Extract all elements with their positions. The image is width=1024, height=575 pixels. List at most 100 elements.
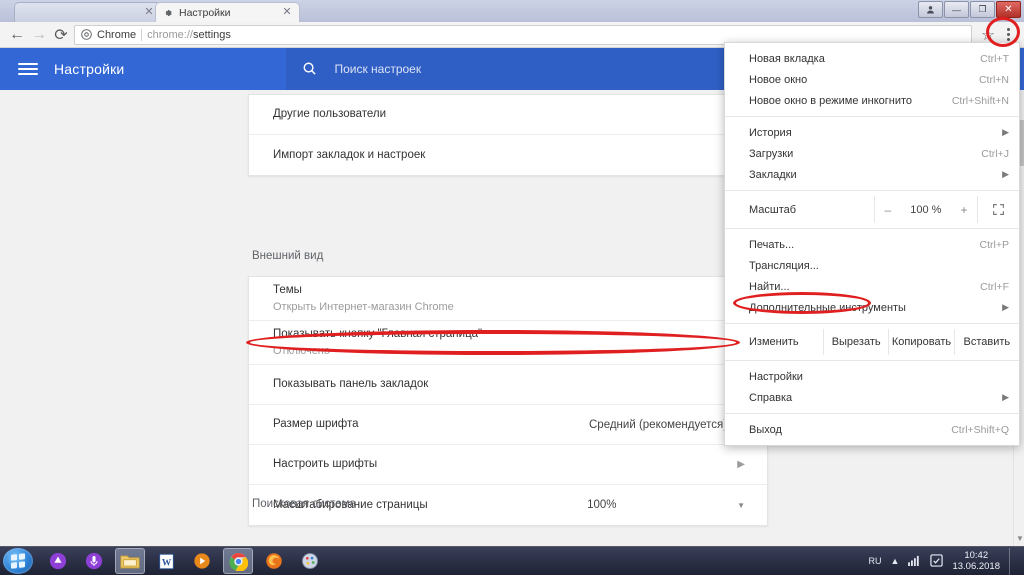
menu-item-accel: Ctrl+T: [980, 52, 1009, 65]
menu-item-new-incognito-window[interactable]: Новое окно в режиме инкогнито Ctrl+Shift…: [725, 90, 1019, 111]
close-icon[interactable]: ✕: [281, 6, 293, 19]
microphone-icon[interactable]: [79, 548, 109, 574]
edit-label: Изменить: [749, 336, 799, 348]
show-desktop-button[interactable]: [1009, 547, 1016, 575]
hamburger-icon[interactable]: [18, 63, 38, 75]
menu-item-label: Новое окно в режиме инкогнито: [749, 94, 913, 107]
browser-tab-active[interactable]: Настройки ✕: [155, 2, 300, 22]
row-label: Настроить шрифты: [273, 458, 378, 470]
menu-item-print[interactable]: Печать... Ctrl+P: [725, 234, 1019, 255]
menu-separator: [725, 323, 1019, 324]
menu-item-bookmarks[interactable]: Закладки ▶: [725, 164, 1019, 185]
menu-item-new-tab[interactable]: Новая вкладка Ctrl+T: [725, 48, 1019, 69]
row-value: Средний (рекомендуется): [589, 418, 728, 431]
paint-icon[interactable]: [295, 548, 325, 574]
windows-taskbar: W RU ▲ 10:42 13.06.2018: [0, 546, 1024, 575]
settings-row-other-users[interactable]: Другие пользователи: [249, 95, 767, 135]
copy-button[interactable]: Копировать: [888, 329, 953, 355]
cut-button[interactable]: Вырезать: [822, 329, 888, 355]
menu-separator: [725, 413, 1019, 414]
firefox-icon[interactable]: [259, 548, 289, 574]
close-icon[interactable]: ✕: [143, 6, 155, 19]
clock-time: 10:42: [964, 550, 989, 561]
reload-icon[interactable]: ⟳: [50, 24, 72, 46]
row-label: Показывать кнопку "Главная страница": [273, 328, 483, 340]
start-button[interactable]: [3, 548, 33, 574]
menu-item-new-window[interactable]: Новое окно Ctrl+N: [725, 69, 1019, 90]
chevron-right-icon: ▶: [1002, 392, 1009, 402]
row-label: Другие пользователи: [273, 108, 387, 120]
section-title-search-engine: Поисковая система: [252, 498, 356, 510]
chevron-right-icon: ▶: [1002, 127, 1009, 137]
taskbar-apps: W: [43, 548, 325, 574]
chevron-right-icon[interactable]: ▶: [737, 459, 745, 470]
menu-item-label: Загрузки: [749, 147, 794, 160]
zoom-controls: – 100 % +: [874, 196, 977, 223]
minimize-button[interactable]: —: [944, 1, 969, 18]
zoom-in-button[interactable]: +: [960, 203, 967, 217]
action-center-icon[interactable]: [930, 553, 944, 569]
security-label: Chrome: [97, 28, 137, 41]
menu-item-exit[interactable]: Выход Ctrl+Shift+Q: [725, 419, 1019, 440]
scroll-down-arrow-icon[interactable]: ▼: [1016, 534, 1024, 543]
url-text: chrome://settings: [147, 29, 231, 41]
menu-item-settings[interactable]: Настройки: [725, 366, 1019, 387]
taskbar-clock[interactable]: 10:42 13.06.2018: [952, 550, 1000, 572]
settings-row-themes[interactable]: Темы Открыть Интернет-магазин Chrome: [249, 277, 767, 321]
row-label: Показывать панель закладок: [273, 378, 429, 390]
tray-overflow-arrow-icon[interactable]: ▲: [891, 556, 900, 566]
browser-tab[interactable]: ✕: [14, 2, 162, 22]
search-placeholder: Поиск настроек: [334, 62, 422, 76]
section-title-appearance: Внешний вид: [252, 250, 324, 262]
search-icon: [302, 61, 318, 77]
maximize-button[interactable]: ❐: [970, 1, 995, 18]
page-title: Настройки: [54, 61, 125, 77]
chevron-down-icon[interactable]: ▼: [737, 501, 745, 510]
menu-item-history[interactable]: История ▶: [725, 122, 1019, 143]
back-icon[interactable]: ←: [6, 24, 28, 46]
menu-item-label: Печать...: [749, 238, 795, 251]
menu-item-accel: Ctrl+J: [981, 147, 1009, 160]
chrome-logo-icon: [81, 29, 92, 40]
signal-icon[interactable]: [908, 555, 921, 568]
settings-row-customize-fonts[interactable]: Настроить шрифты ▶: [249, 445, 767, 485]
settings-row-home-button[interactable]: Показывать кнопку "Главная страница" Отк…: [249, 321, 767, 365]
chevron-right-icon: ▶: [1002, 169, 1009, 179]
window-controls: — ❐ ✕: [918, 1, 1021, 19]
menu-item-label: Новое окно: [749, 73, 808, 86]
tab-strip: ✕ Настройки ✕ — ❐ ✕: [0, 0, 1024, 22]
paste-button[interactable]: Вставить: [953, 329, 1019, 355]
forward-icon[interactable]: →: [28, 24, 50, 46]
zoom-label: Масштаб: [749, 203, 797, 216]
menu-zoom-row: Масштаб – 100 % +: [725, 196, 1019, 223]
zoom-out-button[interactable]: –: [885, 203, 892, 217]
close-button[interactable]: ✕: [996, 1, 1021, 18]
word-icon[interactable]: W: [151, 548, 181, 574]
menu-separator: [725, 116, 1019, 117]
media-player-icon[interactable]: [187, 548, 217, 574]
chrome-icon[interactable]: [223, 548, 253, 574]
gear-icon: [162, 7, 173, 18]
user-avatar-button[interactable]: [918, 1, 943, 18]
url-path: settings: [192, 28, 231, 41]
settings-row-bookmarks-bar[interactable]: Показывать панель закладок: [249, 365, 767, 405]
menu-item-cast[interactable]: Трансляция...: [725, 255, 1019, 276]
purple-drop-icon[interactable]: [43, 548, 73, 574]
menu-item-find[interactable]: Найти... Ctrl+F: [725, 276, 1019, 297]
settings-row-import-bookmarks[interactable]: Импорт закладок и настроек: [249, 135, 767, 175]
row-label: Импорт закладок и настроек: [273, 148, 426, 161]
tab-title: Настройки: [179, 6, 231, 19]
search-settings-input[interactable]: Поиск настроек: [286, 48, 742, 90]
settings-row-font-size[interactable]: Размер шрифта Средний (рекомендуется) ▼: [249, 405, 767, 445]
menu-item-accel: Ctrl+F: [980, 280, 1009, 293]
menu-item-more-tools[interactable]: Дополнительные инструменты ▶: [725, 297, 1019, 318]
menu-item-accel: Ctrl+P: [979, 238, 1009, 251]
appearance-card: Темы Открыть Интернет-магазин Chrome Пок…: [248, 276, 768, 526]
omnibox-divider: [141, 28, 143, 41]
file-explorer-icon[interactable]: [115, 548, 145, 574]
svg-text:W: W: [161, 558, 171, 568]
fullscreen-icon[interactable]: [977, 196, 1019, 223]
menu-item-help[interactable]: Справка ▶: [725, 387, 1019, 408]
language-indicator[interactable]: RU: [869, 556, 882, 566]
menu-item-downloads[interactable]: Загрузки Ctrl+J: [725, 143, 1019, 164]
